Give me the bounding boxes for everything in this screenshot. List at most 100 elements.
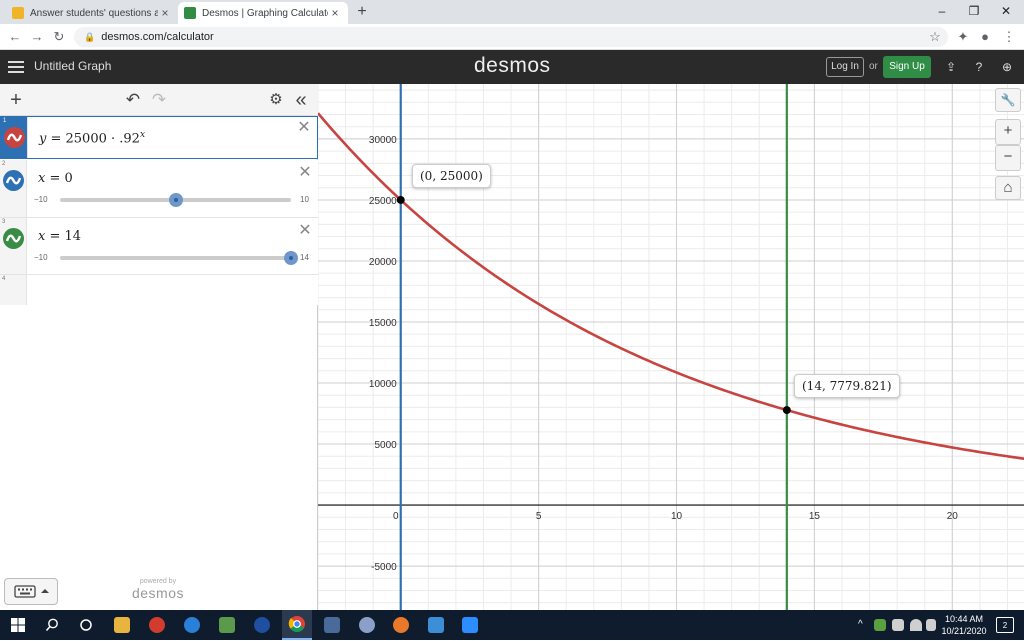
graph-canvas[interactable]: 0 5 10 15 20 -5000 5000 10000 15000 20000 25000 300… bbox=[318, 84, 1024, 610]
redo-icon[interactable]: ↷ bbox=[150, 90, 168, 110]
add-item-icon[interactable]: + bbox=[6, 90, 26, 110]
help-icon[interactable]: ? bbox=[971, 59, 987, 75]
file-explorer-icon[interactable] bbox=[114, 617, 130, 633]
default-viewport-home-button[interactable]: ⌂ bbox=[995, 176, 1021, 200]
taskbar-clock[interactable]: 10:44 AM 10/21/2020 bbox=[938, 613, 990, 637]
tray-app-icon[interactable] bbox=[874, 619, 886, 631]
zoom-out-button[interactable]: − bbox=[995, 145, 1021, 171]
line-color-icon[interactable] bbox=[3, 170, 24, 191]
app-icon[interactable] bbox=[359, 617, 375, 633]
chrome-icon bbox=[288, 616, 305, 632]
expression-number: 4 bbox=[2, 276, 6, 282]
restore-button[interactable]: ❐ bbox=[958, 0, 990, 24]
extensions-icon[interactable]: ✦ bbox=[954, 28, 972, 46]
window-close-button[interactable]: ✕ bbox=[990, 0, 1022, 24]
volume-icon[interactable] bbox=[926, 619, 936, 631]
x-tick-label: 0 bbox=[393, 511, 399, 522]
expression-row-1[interactable]: 1 y = 25000 · .92x ✕ bbox=[0, 116, 318, 159]
settings-gear-icon[interactable]: ⚙ bbox=[266, 90, 286, 110]
math-exponent: x bbox=[139, 130, 146, 140]
tab-desmos[interactable]: Desmos | Graphing Calculator × bbox=[178, 2, 348, 24]
y-tick-label: -5000 bbox=[371, 562, 397, 573]
expression-gutter: 2 bbox=[0, 160, 27, 217]
expression-math[interactable]: y = 25000 · .92x bbox=[39, 130, 145, 146]
forward-button[interactable]: → bbox=[28, 28, 46, 46]
minimize-button[interactable]: – bbox=[926, 0, 958, 24]
back-button[interactable]: ← bbox=[6, 28, 24, 46]
keypad-toggle-button[interactable] bbox=[4, 578, 58, 605]
expression-row-3[interactable]: 3 x = 14 ✕ −10 14 bbox=[0, 218, 318, 275]
expression-gutter: 1 bbox=[1, 117, 28, 158]
powered-by-label: powered by bbox=[139, 578, 177, 585]
keyboard-icon bbox=[14, 585, 49, 598]
delete-expression-icon[interactable]: ✕ bbox=[298, 223, 312, 239]
search-icon[interactable] bbox=[44, 617, 60, 633]
slider-max[interactable]: 10 bbox=[300, 195, 309, 204]
powered-by-desmos[interactable]: powered by desmos bbox=[118, 578, 198, 601]
app-icon[interactable] bbox=[393, 617, 409, 633]
notifications-icon[interactable]: 2 bbox=[996, 617, 1014, 633]
slider-min[interactable]: −10 bbox=[34, 195, 48, 204]
app-icon[interactable] bbox=[149, 617, 165, 633]
expression-number: 1 bbox=[3, 118, 7, 124]
math-rhs: = 0 bbox=[45, 171, 73, 186]
address-bar-row: ← → ↻ 🔒 desmos.com/calculator ☆ ✦ ● ⋮ bbox=[0, 24, 1024, 50]
slider-max[interactable]: 14 bbox=[300, 253, 309, 262]
point-label-0-25000[interactable]: (0, 25000) bbox=[412, 164, 491, 188]
url-input[interactable]: 🔒 desmos.com/calculator bbox=[74, 27, 948, 47]
battery-icon[interactable] bbox=[892, 619, 904, 631]
graph-settings-wrench-icon[interactable]: 🔧 bbox=[995, 88, 1021, 112]
slider-handle[interactable] bbox=[284, 251, 298, 265]
tray-chevron-up-icon[interactable]: ^ bbox=[858, 617, 870, 633]
clock-date: 10/21/2020 bbox=[941, 626, 987, 636]
expression-math[interactable]: x = 14 bbox=[38, 229, 81, 244]
start-windows-icon[interactable] bbox=[10, 617, 26, 633]
desmos-header: Untitled Graph desmos Log In or Sign Up … bbox=[0, 50, 1024, 84]
app-icon[interactable] bbox=[219, 617, 235, 633]
app-icon[interactable] bbox=[428, 617, 444, 633]
expression-row-2[interactable]: 2 x = 0 ✕ −10 10 bbox=[0, 160, 318, 218]
slider-track[interactable] bbox=[60, 193, 291, 207]
browser-tab-bar: Answer students' questions and e × Desmo… bbox=[0, 0, 1024, 24]
log-in-button[interactable]: Log In bbox=[826, 57, 864, 77]
graph-title[interactable]: Untitled Graph bbox=[34, 59, 111, 73]
data-point bbox=[396, 195, 405, 204]
math-rhs: = 14 bbox=[45, 229, 82, 244]
desmos-favicon-icon bbox=[184, 7, 196, 19]
new-tab-button[interactable]: + bbox=[352, 2, 372, 22]
reload-button[interactable]: ↻ bbox=[50, 28, 68, 46]
chrome-taskbar-button[interactable] bbox=[282, 610, 312, 640]
slider-handle[interactable] bbox=[169, 193, 183, 207]
zoom-in-button[interactable]: + bbox=[995, 119, 1021, 145]
share-icon[interactable]: ⇪ bbox=[943, 59, 959, 75]
delete-expression-icon[interactable]: ✕ bbox=[298, 165, 312, 181]
line-color-icon[interactable] bbox=[3, 228, 24, 249]
close-tab-icon[interactable]: × bbox=[328, 6, 342, 20]
app-icon[interactable] bbox=[324, 617, 340, 633]
slider-track[interactable] bbox=[60, 251, 298, 265]
browser-menu-icon[interactable]: ⋮ bbox=[1000, 28, 1018, 46]
zoom-app-icon[interactable] bbox=[462, 617, 478, 633]
graph-paper[interactable]: 0 5 10 15 20 -5000 5000 10000 15000 20000 25000 300… bbox=[318, 84, 1024, 610]
delete-expression-icon[interactable]: ✕ bbox=[297, 120, 311, 136]
point-label-14-7779[interactable]: (14, 7779.821) bbox=[794, 374, 900, 398]
language-globe-icon[interactable]: ⊕ bbox=[999, 59, 1015, 75]
undo-icon[interactable]: ↶ bbox=[124, 90, 142, 110]
close-tab-icon[interactable]: × bbox=[158, 6, 172, 20]
x-tick-label: 15 bbox=[809, 511, 821, 522]
collapse-panel-icon[interactable]: « bbox=[290, 90, 312, 110]
expression-toolbar: + ↶ ↷ ⚙ « bbox=[0, 84, 318, 116]
wifi-icon[interactable] bbox=[910, 619, 922, 631]
expression-math[interactable]: x = 0 bbox=[38, 171, 73, 186]
curve-color-icon[interactable] bbox=[4, 127, 25, 148]
sign-up-button[interactable]: Sign Up bbox=[883, 56, 931, 78]
app-icon[interactable] bbox=[254, 617, 270, 633]
expression-row-4-empty[interactable]: 4 bbox=[0, 275, 318, 305]
profile-icon[interactable]: ● bbox=[976, 28, 994, 46]
edge-browser-icon[interactable] bbox=[184, 617, 200, 633]
cortana-icon[interactable] bbox=[78, 617, 94, 633]
slider-min[interactable]: −10 bbox=[34, 253, 48, 262]
bookmark-star-icon[interactable]: ☆ bbox=[926, 28, 944, 46]
tab-answer-students[interactable]: Answer students' questions and e × bbox=[6, 2, 178, 24]
hamburger-menu-icon[interactable] bbox=[8, 58, 24, 76]
